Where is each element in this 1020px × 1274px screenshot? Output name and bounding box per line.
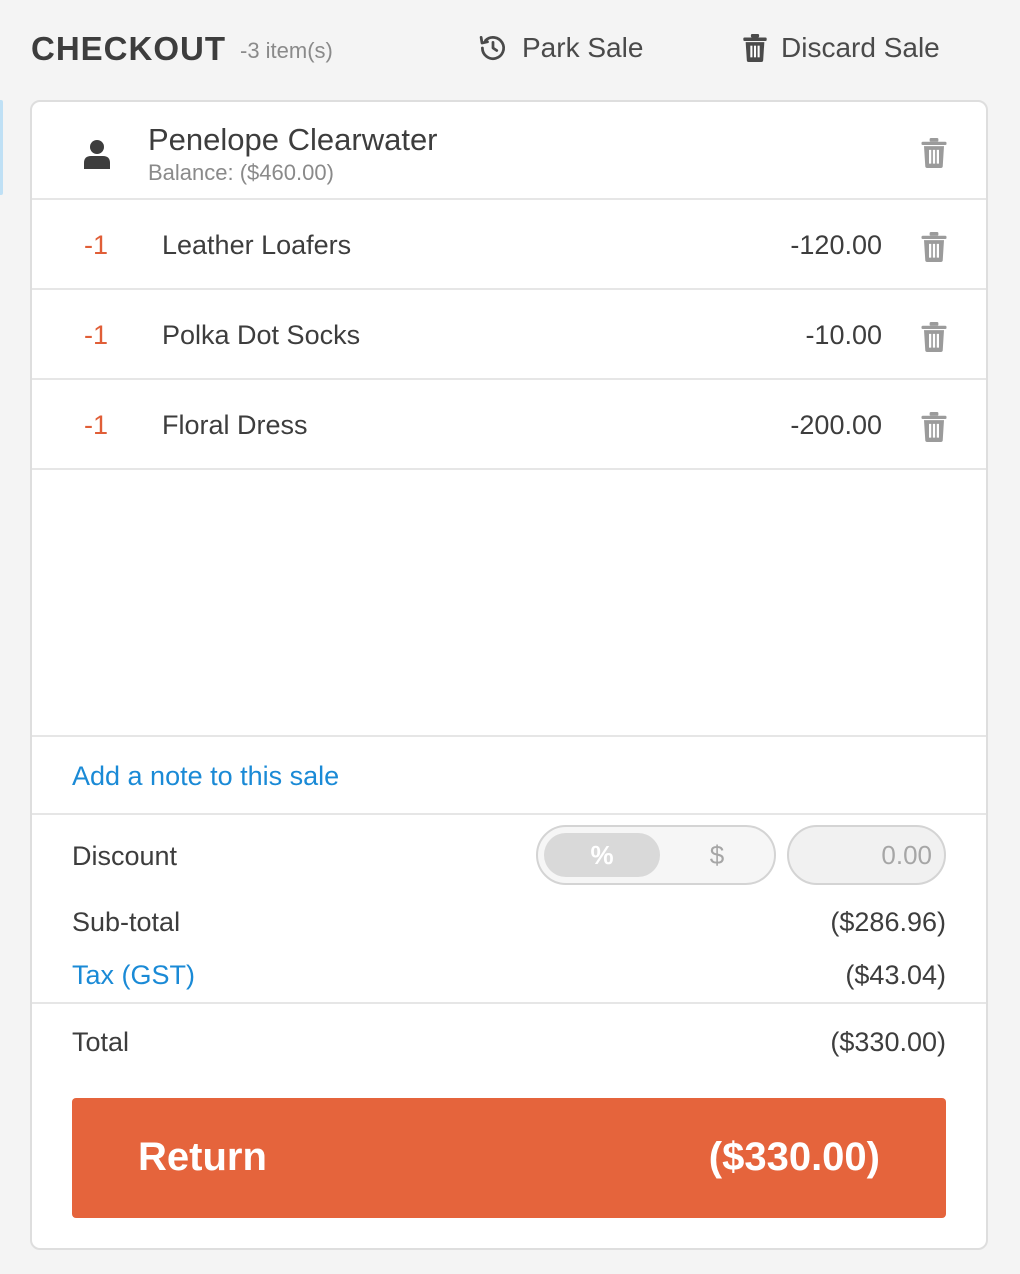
tax-row: Tax (GST) ($43.04) [72, 960, 946, 994]
list-item[interactable]: -1 Polka Dot Socks -10.00 [32, 290, 986, 380]
remove-customer-trash-icon[interactable] [921, 138, 947, 173]
item-name: Polka Dot Socks [162, 320, 361, 350]
add-note-link[interactable]: Add a note to this sale [72, 761, 339, 792]
total-row: Total ($330.00) [72, 1027, 946, 1061]
discount-input[interactable] [787, 825, 946, 885]
subtotal-value: ($286.96) [830, 907, 946, 937]
tax-link[interactable]: Tax (GST) [72, 960, 195, 991]
customer-name: Penelope Clearwater [148, 122, 438, 157]
return-amount: ($330.00) [708, 1135, 880, 1179]
left-edge-highlight [0, 100, 3, 195]
discount-label: Discount [72, 841, 178, 871]
item-quantity[interactable]: -1 [84, 410, 108, 441]
total-value: ($330.00) [830, 1027, 946, 1057]
note-row: Add a note to this sale [32, 735, 986, 815]
park-sale-label: Park Sale [522, 32, 644, 63]
item-name: Floral Dress [162, 410, 308, 440]
checkout-header: CHECKOUT -3 item(s) Park Sale Discard Sa… [0, 0, 1020, 100]
return-label: Return [138, 1135, 267, 1179]
customer-balance: Balance: ($460.00) [148, 160, 334, 185]
remove-item-trash-icon[interactable] [921, 322, 947, 357]
customer-row[interactable]: Penelope Clearwater Balance: ($460.00) [32, 102, 986, 200]
discount-dollar-option[interactable]: $ [664, 833, 770, 877]
divider [32, 1002, 986, 1004]
item-quantity[interactable]: -1 [84, 320, 108, 351]
tax-value: ($43.04) [845, 960, 946, 990]
page-title: CHECKOUT [31, 30, 226, 67]
sale-panel: Penelope Clearwater Balance: ($460.00) -… [30, 100, 988, 1250]
item-count: -3 item(s) [240, 38, 333, 63]
subtotal-label: Sub-total [72, 907, 181, 937]
item-price: -120.00 [790, 230, 882, 260]
park-sale-button[interactable]: Park Sale [478, 28, 643, 68]
discard-sale-button[interactable]: Discard Sale [743, 28, 940, 68]
history-icon [478, 33, 508, 63]
discard-sale-label: Discard Sale [781, 32, 940, 63]
trash-icon [743, 34, 767, 62]
item-price: -10.00 [805, 320, 882, 350]
user-icon [84, 139, 110, 174]
discount-type-toggle[interactable]: % $ [536, 825, 776, 885]
return-button[interactable]: Return ($330.00) [72, 1098, 946, 1218]
subtotal-row: Sub-total ($286.96) [72, 907, 946, 941]
total-label: Total [72, 1027, 130, 1057]
item-name: Leather Loafers [162, 230, 352, 260]
list-item[interactable]: -1 Floral Dress -200.00 [32, 380, 986, 470]
remove-item-trash-icon[interactable] [921, 232, 947, 267]
discount-percent-option[interactable]: % [544, 833, 660, 877]
item-price: -200.00 [790, 410, 882, 440]
remove-item-trash-icon[interactable] [921, 412, 947, 447]
item-quantity[interactable]: -1 [84, 230, 108, 261]
list-item[interactable]: -1 Leather Loafers -120.00 [32, 200, 986, 290]
